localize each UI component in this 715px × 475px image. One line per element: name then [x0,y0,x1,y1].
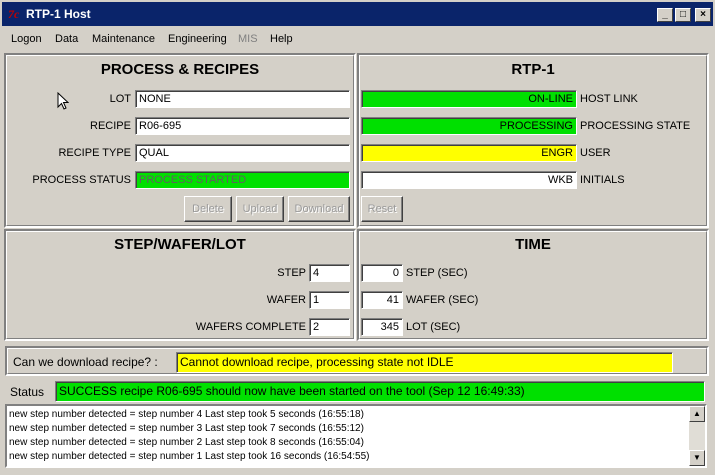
rtp-panel [357,53,709,228]
download-button[interactable]: Download [288,196,350,222]
log-list[interactable]: new step number detected = step number 4… [5,404,707,468]
mouse-cursor-icon [57,92,69,110]
processing-state-label: PROCESSING STATE [580,120,691,132]
close-icon[interactable]: × [695,8,711,22]
step-label: STEP [277,267,306,279]
process-recipes-heading: PROCESS & RECIPES [100,61,260,78]
recipe-label: RECIPE [90,120,131,132]
menu-data[interactable]: Data [55,32,78,46]
menu-help[interactable]: Help [270,32,293,46]
step-seconds-field[interactable]: 0 [361,264,403,282]
step-seconds-label: STEP (SEC) [406,267,468,279]
log-line: new step number detected = step number 2… [9,437,364,448]
initials-field[interactable]: WKB [361,171,577,189]
wafer-seconds-field[interactable]: 41 [361,291,403,309]
step-field[interactable]: 4 [309,264,350,282]
delete-button[interactable]: Delete [184,196,232,222]
wafers-complete-label: WAFERS COMPLETE [195,321,306,333]
menu-logon[interactable]: Logon [11,32,42,46]
log-line: new step number detected = step number 3… [9,423,364,434]
time-heading: TIME [515,236,551,253]
menu-bar: Logon Data Maintenance Engineering MIS H… [2,26,713,50]
wafer-field[interactable]: 1 [309,291,350,309]
status-label: Status [10,385,45,399]
user-label: USER [580,147,611,159]
lot-field[interactable]: NONE [135,90,350,108]
download-question-label: Can we download recipe? : [13,355,158,369]
wafer-seconds-label: WAFER (SEC) [406,294,479,306]
process-status-field: PROCESS STARTED [135,171,350,189]
upload-button[interactable]: Upload [236,196,284,222]
processing-state-field: PROCESSING [361,117,577,135]
scroll-down-icon[interactable]: ▼ [689,450,705,466]
lot-seconds-field[interactable]: 345 [361,318,403,336]
minimize-icon[interactable]: _ [657,8,673,22]
title-bar: 7c RTP-1 Host _ □ × [0,0,715,26]
menu-engineering[interactable]: Engineering [168,32,227,46]
initials-label: INITIALS [580,174,625,186]
log-line: new step number detected = step number 4… [9,409,364,420]
user-field: ENGR [361,144,577,162]
app-icon: 7c [8,7,20,21]
download-answer-field: Cannot download recipe, processing state… [176,352,673,373]
wafer-label: WAFER [266,294,306,306]
recipe-type-label: RECIPE TYPE [58,147,131,159]
menu-mis: MIS [238,33,258,45]
recipe-field[interactable]: R06-695 [135,117,350,135]
window-title: RTP-1 Host [26,7,91,21]
step-wafer-lot-heading: STEP/WAFER/LOT [114,236,246,253]
scroll-up-icon[interactable]: ▲ [689,406,705,422]
menu-maintenance[interactable]: Maintenance [92,32,155,46]
lot-label: LOT [109,93,131,105]
wafers-complete-field[interactable]: 2 [309,318,350,336]
host-link-label: HOST LINK [580,93,638,105]
host-link-field: ON-LINE [361,90,577,108]
log-line: new step number detected = step number 1… [9,451,370,462]
recipe-type-field[interactable]: QUAL [135,144,350,162]
rtp-heading: RTP-1 [511,61,555,78]
lot-seconds-label: LOT (SEC) [406,321,461,333]
status-field: SUCCESS recipe R06-695 should now have b… [55,381,705,402]
reset-button[interactable]: Reset [361,196,403,222]
process-status-label: PROCESS STATUS [32,174,131,186]
maximize-icon[interactable]: □ [675,8,691,22]
log-scrollbar[interactable]: ▲ ▼ [689,406,705,466]
